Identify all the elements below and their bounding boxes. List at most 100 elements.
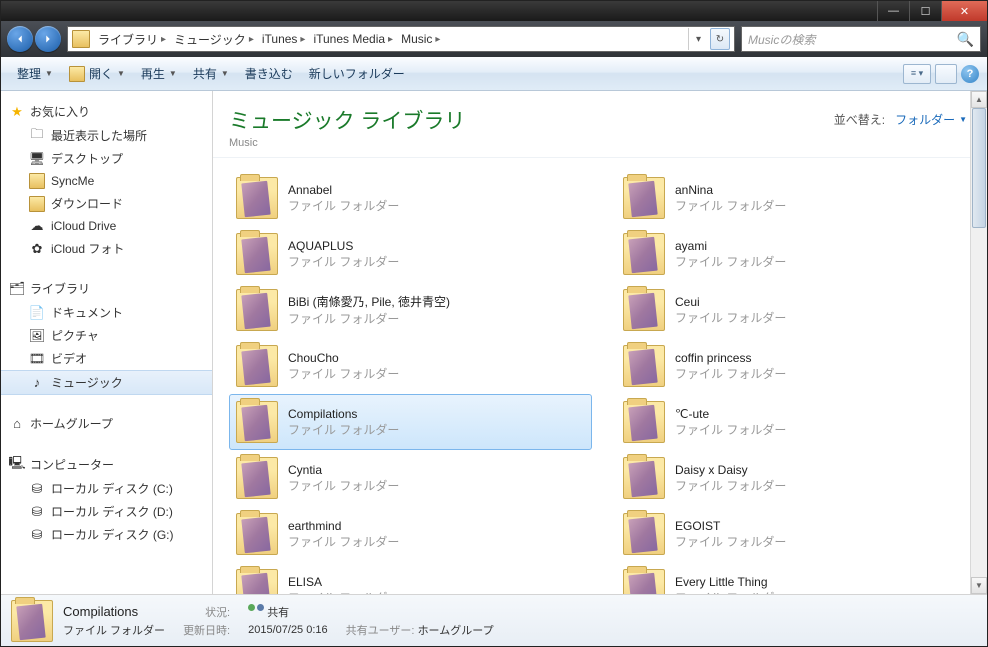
- organize-button[interactable]: 整理▼: [9, 61, 61, 86]
- back-button[interactable]: [7, 26, 33, 52]
- folder-icon: [72, 30, 90, 48]
- folder-item[interactable]: ELISAファイル フォルダー: [229, 562, 592, 594]
- folder-type: ファイル フォルダー: [288, 477, 399, 494]
- sidebar-item-desktop[interactable]: 🖥デスクトップ: [1, 147, 212, 170]
- folder-type: ファイル フォルダー: [288, 365, 399, 382]
- sidebar-homegroup[interactable]: ⌂ホームグループ: [1, 413, 212, 436]
- folder-type: ファイル フォルダー: [288, 533, 399, 550]
- folder-type: ファイル フォルダー: [675, 365, 786, 382]
- forward-button[interactable]: [35, 26, 61, 52]
- sidebar-favorites[interactable]: ★お気に入り: [1, 101, 212, 124]
- scroll-down-button[interactable]: ▼: [971, 577, 987, 594]
- sidebar-item-music[interactable]: ♪ミュージック: [1, 370, 212, 395]
- folder-item[interactable]: Daisy x Daisyファイル フォルダー: [616, 450, 979, 506]
- star-icon: ★: [9, 104, 25, 120]
- share-button[interactable]: 共有▼: [185, 61, 237, 86]
- folder-icon: [623, 345, 665, 387]
- folder-type: ファイル フォルダー: [675, 309, 786, 326]
- sidebar-item-documents[interactable]: 📄ドキュメント: [1, 301, 212, 324]
- details-pane: Compilations 状況: 共有 ファイル フォルダー 更新日時: 201…: [1, 594, 987, 646]
- titlebar: — ☐ ✕: [1, 1, 987, 21]
- search-icon: 🔍: [957, 31, 974, 48]
- sidebar-item-disk-g[interactable]: ⛁ローカル ディスク (G:): [1, 523, 212, 546]
- sidebar-computer[interactable]: 🖳コンピューター: [1, 454, 212, 477]
- document-icon: 📄: [29, 305, 45, 321]
- folder-name: AQUAPLUS: [288, 239, 399, 253]
- scroll-thumb[interactable]: [972, 108, 986, 228]
- homegroup-icon: ⌂: [9, 416, 25, 432]
- folder-type: ファイル フォルダー: [288, 589, 399, 595]
- sidebar-item-videos[interactable]: 🎞ビデオ: [1, 347, 212, 370]
- computer-icon: 🖳: [9, 457, 25, 473]
- folder-item[interactable]: AQUAPLUSファイル フォルダー: [229, 226, 592, 282]
- folder-icon: [623, 177, 665, 219]
- folder-item[interactable]: Cyntiaファイル フォルダー: [229, 450, 592, 506]
- explorer-window: — ☐ ✕ ライブラリ▸ ミュージック▸ iTunes▸ iTunes Medi…: [0, 0, 988, 647]
- sidebar-item-pictures[interactable]: 🖼ピクチャ: [1, 324, 212, 347]
- breadcrumb: ミュージック▸: [170, 31, 258, 48]
- folder-item[interactable]: BiBi (南條愛乃, Pile, 徳井青空)ファイル フォルダー: [229, 282, 592, 338]
- close-button[interactable]: ✕: [941, 1, 987, 21]
- music-icon: ♪: [29, 375, 45, 391]
- new-folder-button[interactable]: 新しいフォルダー: [301, 61, 413, 86]
- folder-icon: [623, 233, 665, 275]
- recent-icon: 🗀: [29, 128, 45, 144]
- minimize-button[interactable]: —: [877, 1, 909, 21]
- toolbar: 整理▼ 開く▼ 再生▼ 共有▼ 書き込む 新しいフォルダー ≡ ▾ ?: [1, 57, 987, 91]
- folder-item[interactable]: ℃-uteファイル フォルダー: [616, 394, 979, 450]
- folder-icon: [236, 289, 278, 331]
- status-type: ファイル フォルダー: [63, 622, 165, 638]
- folder-item[interactable]: Annabelファイル フォルダー: [229, 170, 592, 226]
- folder-item[interactable]: ayamiファイル フォルダー: [616, 226, 979, 282]
- folder-item[interactable]: ChouChoファイル フォルダー: [229, 338, 592, 394]
- folder-name: Compilations: [288, 407, 399, 421]
- folder-item[interactable]: coffin princessファイル フォルダー: [616, 338, 979, 394]
- folder-icon: [623, 401, 665, 443]
- folder-item[interactable]: earthmindファイル フォルダー: [229, 506, 592, 562]
- sidebar-item-icloud-drive[interactable]: ☁iCloud Drive: [1, 215, 212, 237]
- vertical-scrollbar[interactable]: ▲ ▼: [970, 91, 987, 594]
- folder-icon: [236, 513, 278, 555]
- folder-name: Daisy x Daisy: [675, 463, 786, 477]
- library-subtitle: Music: [229, 137, 465, 149]
- open-button[interactable]: 開く▼: [61, 61, 133, 86]
- sidebar-item-recent[interactable]: 🗀最近表示した場所: [1, 124, 212, 147]
- sort-dropdown[interactable]: フォルダー ▼: [895, 111, 967, 128]
- folder-open-icon: [69, 66, 85, 82]
- status-modified-value: 2015/07/25 0:16: [248, 624, 328, 636]
- cloud-icon: ☁: [29, 218, 45, 234]
- status-shared: 共有ユーザー: ホームグループ: [346, 622, 494, 638]
- folder-item[interactable]: anNinaファイル フォルダー: [616, 170, 979, 226]
- scroll-up-button[interactable]: ▲: [971, 91, 987, 108]
- folder-item[interactable]: Ceuiファイル フォルダー: [616, 282, 979, 338]
- breadcrumb: Music▸: [397, 32, 444, 46]
- disk-icon: ⛁: [29, 481, 45, 497]
- sidebar-item-syncme[interactable]: SyncMe: [1, 170, 212, 192]
- folder-icon: [236, 457, 278, 499]
- folder-name: Cyntia: [288, 463, 399, 477]
- breadcrumb: iTunes▸: [258, 32, 310, 46]
- maximize-button[interactable]: ☐: [909, 1, 941, 21]
- search-input[interactable]: Musicの検索 🔍: [741, 26, 981, 52]
- folder-icon: [236, 345, 278, 387]
- burn-button[interactable]: 書き込む: [237, 61, 301, 86]
- address-dropdown[interactable]: ▾: [688, 28, 708, 50]
- view-options-button[interactable]: ≡ ▾: [903, 64, 931, 84]
- library-title: ミュージック ライブラリ: [229, 105, 465, 135]
- folder-type: ファイル フォルダー: [288, 421, 399, 438]
- sidebar-libraries[interactable]: 🗂ライブラリ: [1, 278, 212, 301]
- preview-pane-button[interactable]: [935, 64, 957, 84]
- help-button[interactable]: ?: [961, 65, 979, 83]
- refresh-button[interactable]: ↻: [710, 28, 730, 50]
- sidebar-item-disk-c[interactable]: ⛁ローカル ディスク (C:): [1, 477, 212, 500]
- sidebar-item-disk-d[interactable]: ⛁ローカル ディスク (D:): [1, 500, 212, 523]
- sidebar-item-icloud-photos[interactable]: ✿iCloud フォト: [1, 237, 212, 260]
- address-bar[interactable]: ライブラリ▸ ミュージック▸ iTunes▸ iTunes Media▸ Mus…: [67, 26, 735, 52]
- play-button[interactable]: 再生▼: [133, 61, 185, 86]
- folder-icon: [623, 513, 665, 555]
- folder-item[interactable]: Every Little Thingファイル フォルダー: [616, 562, 979, 594]
- sidebar-item-downloads[interactable]: ダウンロード: [1, 192, 212, 215]
- folder-icon: [623, 289, 665, 331]
- folder-item[interactable]: Compilationsファイル フォルダー: [229, 394, 592, 450]
- folder-item[interactable]: EGOISTファイル フォルダー: [616, 506, 979, 562]
